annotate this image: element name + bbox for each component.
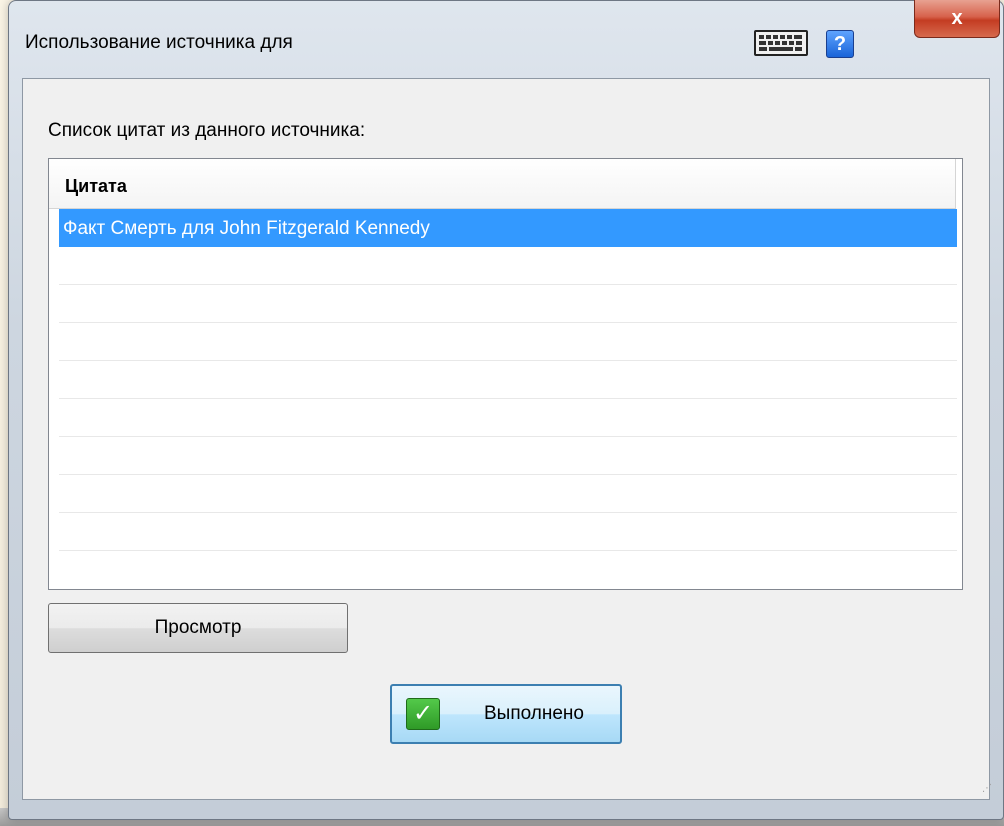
empty-list-row [59,285,957,323]
checkmark-icon: ✓ [406,698,440,730]
empty-list-row [59,361,957,399]
close-button[interactable]: x [914,0,1000,38]
list-item[interactable]: Факт Смерть для John Fitzgerald Kennedy [59,209,957,247]
empty-list-row [59,513,957,551]
keyboard-icon[interactable] [754,30,808,56]
quotes-list[interactable]: Цитата Факт Смерть для John Fitzgerald K… [48,158,963,590]
empty-list-row [59,247,957,285]
close-icon: x [951,7,963,29]
help-icon[interactable]: ? [826,30,854,58]
done-button-label: Выполнено [484,703,584,724]
column-header-quote[interactable]: Цитата [49,159,956,209]
column-header-label: Цитата [65,176,127,196]
empty-list-row [59,399,957,437]
done-button[interactable]: ✓ Выполнено [390,684,622,744]
resize-grip-icon[interactable]: ⋰ [982,784,994,796]
quotes-list-label: Список цитат из данного источника: [48,120,366,141]
title-bar[interactable]: Использование источника для ? x [8,0,1002,78]
empty-list-row [59,437,957,475]
empty-list-row [59,323,957,361]
preview-button[interactable]: Просмотр [48,603,348,653]
empty-list-row [59,475,957,513]
list-item-text: Факт Смерть для John Fitzgerald Kennedy [63,218,430,239]
window-title: Использование источника для [25,32,293,53]
